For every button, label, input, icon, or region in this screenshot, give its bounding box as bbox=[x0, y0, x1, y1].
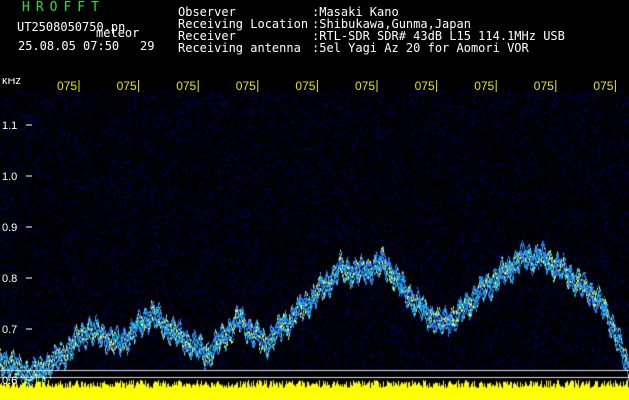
x-tick-label: 075 bbox=[415, 79, 435, 93]
header-panel: HROFFT UT2508050750.pn meteor 25.08.05 0… bbox=[0, 0, 629, 78]
x-tick-label: 075 bbox=[57, 79, 77, 93]
y-axis-label: kHz bbox=[2, 78, 21, 87]
x-tick-label: 075 bbox=[534, 79, 554, 93]
app-title: HROFFT bbox=[22, 0, 105, 15]
spectrogram-plot: kHz 1.1 1.0 0.9 0.8 0.7 0.6 075 075 075 075 075 07… bbox=[0, 78, 629, 400]
antenna-value: :5el Yagi Az 20 for Aomori VOR bbox=[312, 41, 529, 55]
date-time: 25.08.05 07:50 bbox=[18, 39, 120, 53]
meteor-count: 29 bbox=[140, 39, 155, 53]
y-tick-label: 0.7 bbox=[2, 324, 17, 336]
y-tick-label: 1.0 bbox=[2, 171, 17, 183]
y-tick-label: 0.8 bbox=[2, 273, 17, 285]
x-tick-label: 075 bbox=[295, 79, 315, 93]
spectrogram-axes: kHz 1.1 1.0 0.9 0.8 0.7 0.6 075 075 075 075 075 07… bbox=[2, 78, 616, 387]
y-tick-label: 0.6 bbox=[2, 375, 17, 387]
y-tick-label: 1.1 bbox=[2, 120, 17, 132]
x-tick-label: 075 bbox=[117, 79, 137, 93]
x-tick-label: 075 bbox=[355, 79, 375, 93]
y-tick-label: 0.9 bbox=[2, 222, 17, 234]
detection-label: meteor bbox=[96, 26, 140, 40]
x-tick-label: 075 bbox=[474, 79, 494, 93]
x-tick-label: 075 bbox=[176, 79, 196, 93]
x-tick-label: 075 bbox=[236, 79, 256, 93]
x-tick-label: 075 bbox=[593, 79, 613, 93]
antenna-label: Receiving antenna bbox=[178, 41, 301, 55]
